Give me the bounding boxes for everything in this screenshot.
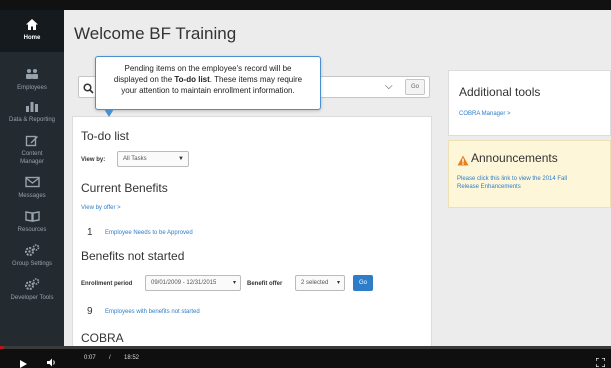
tooltip-text: displayed on the [113, 75, 175, 84]
search-go-button[interactable]: Go [405, 79, 425, 95]
sidebar-label: Content Manager [20, 151, 44, 165]
current-time: 0:07 [84, 355, 96, 361]
sidebar-label: Group Settings [11, 261, 53, 267]
progress-bar[interactable] [0, 346, 611, 349]
sidebar-item-data-reporting[interactable]: Data & Reporting [0, 100, 64, 124]
warning-icon [457, 153, 469, 171]
sidebar: Home Employees Data & Reporting Content … [0, 10, 64, 346]
fullscreen-icon[interactable] [595, 354, 606, 368]
people-icon [0, 68, 64, 84]
sidebar-label: Data & Reporting [8, 117, 56, 123]
additional-tools-title: Additional tools [459, 85, 541, 99]
main-content: Welcome BF Training ⌵ Go To-do list View… [64, 10, 611, 346]
benefit-offer-select[interactable]: 2 selected ▾ [295, 275, 345, 291]
page-title: Welcome BF Training [74, 24, 237, 43]
enrollment-period-select[interactable]: 09/01/2009 - 12/31/2015 ▾ [145, 275, 241, 291]
chevron-down-icon[interactable]: ⌵ [385, 81, 393, 92]
enrollment-period-label: Enrollment period [81, 281, 133, 287]
announcement-line-2: Release Enhancements [457, 184, 521, 190]
view-by-select[interactable]: All Tasks ▼ [117, 151, 189, 167]
sidebar-item-group-settings[interactable]: Group Settings [0, 244, 64, 268]
announcements-panel: Announcements Please click this link to … [448, 140, 611, 208]
top-band [0, 0, 611, 10]
sidebar-item-employees[interactable]: Employees [0, 68, 64, 92]
volume-icon[interactable] [47, 354, 57, 368]
tooltip-line-3: your attention to maintain enrollment in… [121, 86, 295, 95]
caret-down-icon: ▾ [336, 280, 340, 286]
gears-icon [0, 278, 64, 294]
benefits-not-started-count: 9 [87, 306, 93, 317]
tooltip-emphasis: To-do list [174, 75, 210, 84]
todo-title: To-do list [81, 129, 130, 143]
additional-tools-panel: Additional tools COBRA Manager > [448, 70, 611, 136]
sidebar-label: Employees [17, 85, 47, 91]
sidebar-item-content-manager[interactable]: Content Manager [0, 134, 64, 166]
employee-needs-approval-link[interactable]: Employee Needs to be Approved [105, 230, 193, 236]
caret-down-icon: ▾ [232, 280, 236, 286]
current-benefits-title: Current Benefits [81, 181, 168, 195]
announcement-link[interactable]: Please click this link to view the 2014 … [457, 175, 607, 191]
view-by-value: All Tasks [123, 156, 147, 162]
time-separator: / [109, 355, 111, 361]
sidebar-label: Resources [17, 227, 47, 233]
view-by-label: View by: [81, 157, 106, 163]
edit-icon [0, 134, 64, 150]
sidebar-label-home: Home [23, 35, 41, 41]
sidebar-item-messages[interactable]: Messages [0, 176, 64, 200]
tooltip-text: . These items may require [209, 75, 303, 84]
announcement-line-1: Please click this link to view the 2014 … [457, 176, 568, 182]
tooltip-line-1: Pending items on the employee's record w… [124, 64, 292, 73]
bar-chart-icon [0, 100, 64, 116]
book-icon [0, 210, 64, 226]
caret-down-icon: ▼ [178, 156, 184, 162]
benefit-offer-label: Benefit offer [247, 281, 283, 287]
tooltip-line-2: displayed on the To-do list. These items… [101, 74, 315, 85]
progress-fill [0, 346, 4, 349]
todo-panel: To-do list View by: All Tasks ▼ Current … [72, 116, 432, 346]
video-player-controls: 0:07 / 18:52 [0, 346, 611, 368]
tooltip-arrow [104, 109, 114, 117]
enrollment-period-value: 09/01/2009 - 12/31/2015 [151, 280, 217, 286]
gears-icon [0, 244, 64, 260]
announcements-title: Announcements [471, 151, 558, 165]
home-icon [0, 18, 64, 34]
sidebar-label: Messages [18, 193, 46, 199]
sidebar-label: Developer Tools [10, 295, 54, 301]
employees-benefits-not-started-link[interactable]: Employees with benefits not started [105, 309, 200, 315]
cobra-manager-link[interactable]: COBRA Manager > [459, 111, 511, 117]
current-benefits-count: 1 [87, 227, 93, 238]
envelope-icon [0, 176, 64, 192]
duration: 18:52 [124, 355, 140, 361]
sidebar-item-home[interactable]: Home [0, 10, 64, 52]
view-by-offer-link[interactable]: View by offer > [81, 205, 121, 211]
play-icon[interactable] [20, 355, 27, 368]
go-button[interactable]: Go [353, 275, 373, 291]
cobra-title: COBRA [81, 331, 124, 345]
todo-tooltip: Pending items on the employee's record w… [95, 56, 321, 117]
benefit-offer-value: 2 selected [301, 280, 329, 286]
sidebar-item-resources[interactable]: Resources [0, 210, 64, 234]
benefits-not-started-title: Benefits not started [81, 249, 185, 263]
search-icon [83, 81, 94, 99]
sidebar-item-developer-tools[interactable]: Developer Tools [0, 278, 64, 302]
